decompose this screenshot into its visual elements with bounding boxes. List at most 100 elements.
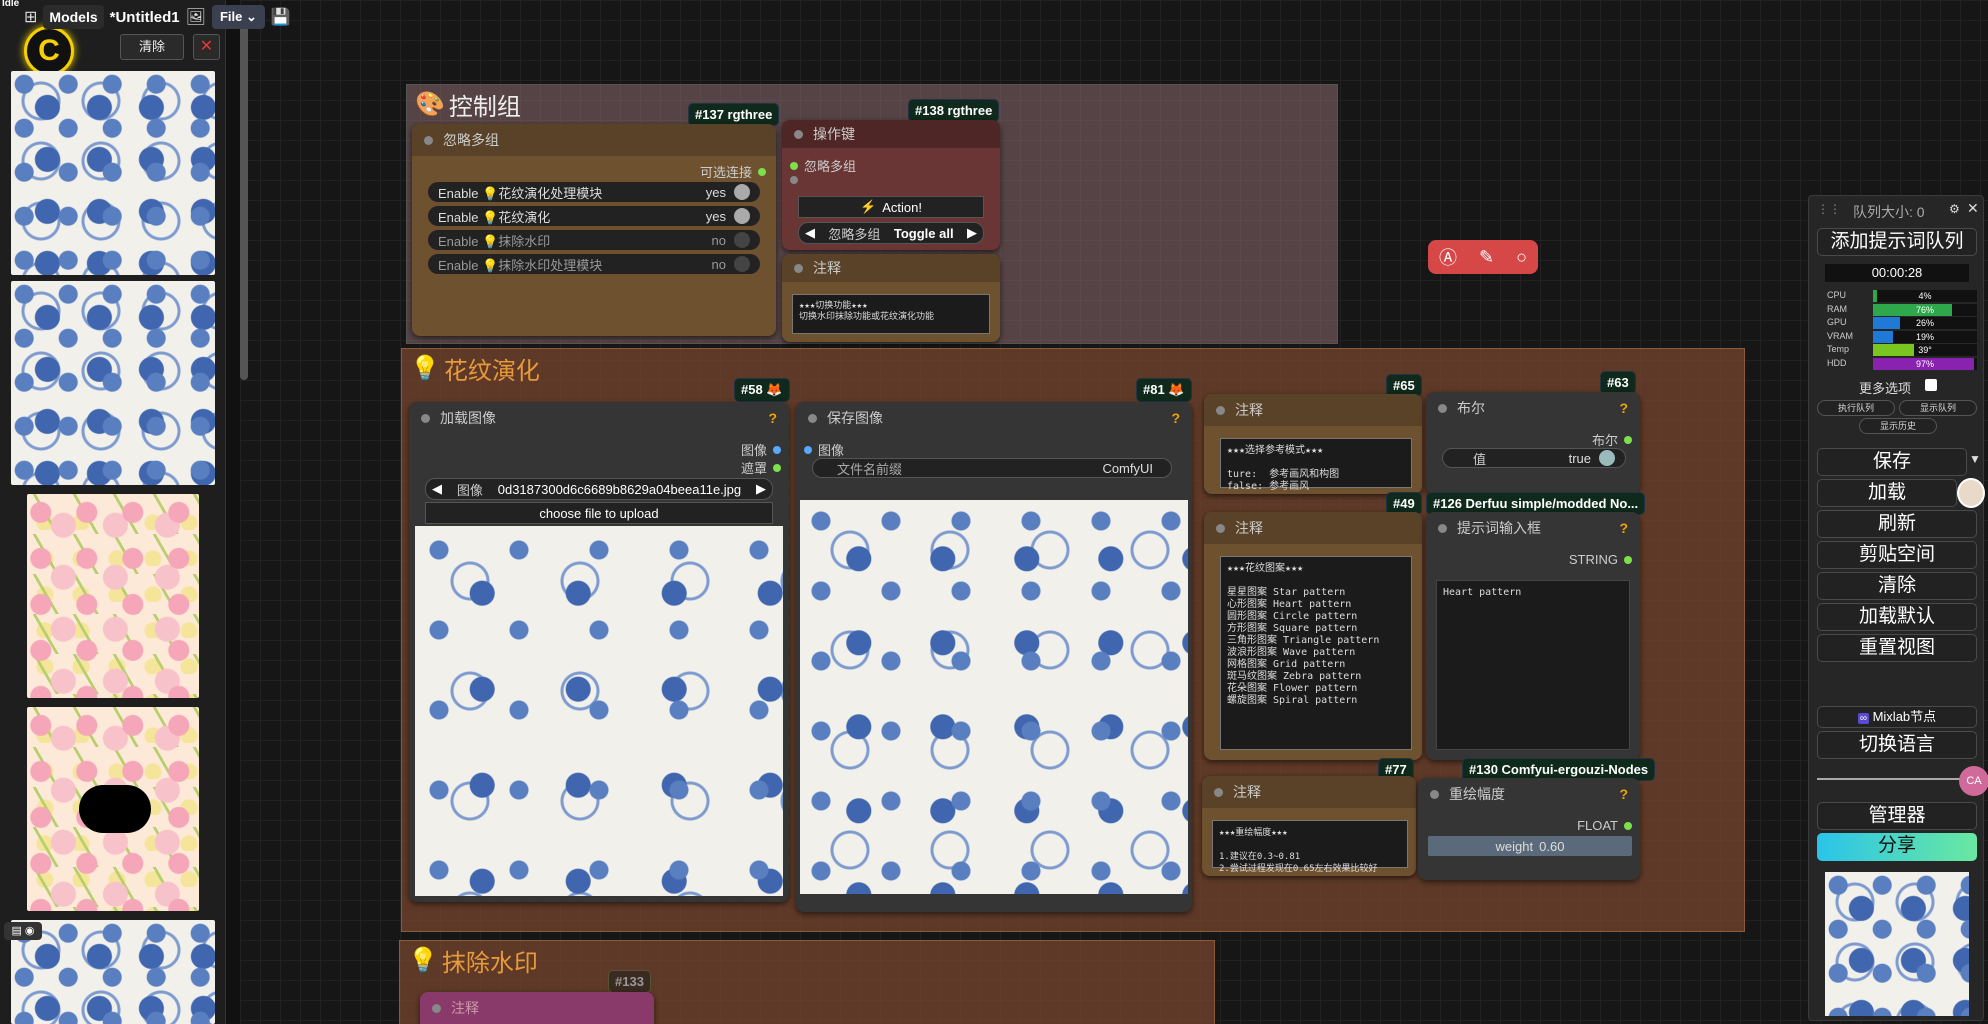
mask-output[interactable]: 遮罩 <box>741 458 781 477</box>
toggle-switch[interactable] <box>1599 450 1615 466</box>
collapse-dot[interactable] <box>1430 789 1439 799</box>
switch-language-button[interactable]: 切换语言 <box>1817 731 1977 759</box>
node-prompt-input[interactable]: 提示词输入框? STRING Heart pattern <box>1426 512 1640 760</box>
node-note-patterns[interactable]: 注释 ★★★花纹图案★★★ 星星图案 Star pattern 心形图案 Hea… <box>1204 512 1422 760</box>
node-ignore-multi-group[interactable]: 忽略多组 可选连接 Enable 💡花纹演化处理模块 yes Enable 💡花纹… <box>412 124 776 336</box>
collapse-dot[interactable] <box>794 263 803 273</box>
node-note-reference[interactable]: 注释 ★★★选择参考模式★★★ ture: 参考画风和构图 false: 参考画… <box>1204 394 1422 494</box>
collapse-dot[interactable] <box>424 135 433 145</box>
collapse-dot[interactable] <box>794 129 803 139</box>
chevron-down-icon[interactable]: ▼ <box>1969 452 1981 466</box>
group-title[interactable]: 💡 花纹演化 <box>410 351 540 386</box>
clipspace-button[interactable]: 剪贴空间 <box>1817 541 1977 569</box>
slot-dot[interactable] <box>790 176 798 184</box>
help-icon[interactable]: ? <box>768 410 777 426</box>
node-note-control[interactable]: 注释 ★★★切换功能★★★ 切换水印抹除功能或花纹演化功能 <box>782 254 1000 342</box>
group-title[interactable]: 💡 抹除水印 <box>408 943 538 978</box>
image-input[interactable]: 图像 <box>804 440 844 459</box>
image-file-combo[interactable]: ◀ 图像 0d3187300d6c6689b8629a04beea11e.jpg ▶ <box>425 478 773 500</box>
gear-icon[interactable]: ⚙ <box>1949 202 1960 216</box>
note-text[interactable]: ★★★重绘幅度★★★ 1.建议在0.3~0.81 2.尝试过程发现在0.65左右… <box>1212 820 1408 874</box>
slot-dot[interactable] <box>1624 821 1632 830</box>
gallery-thumbnail[interactable] <box>27 494 199 698</box>
collapse-dot[interactable] <box>1438 523 1447 533</box>
arrow-left-icon[interactable]: ◀ <box>432 481 442 497</box>
node-denoise-weight[interactable]: 重绘幅度? FLOAT weight 0.60 <box>1418 778 1640 880</box>
collapse-dot[interactable] <box>1216 523 1225 533</box>
gallery-clear-button[interactable]: 清除 <box>120 34 184 60</box>
note-text[interactable]: ★★★切换功能★★★ 切换水印抹除功能或花纹演化功能 <box>792 294 990 334</box>
show-queue-button[interactable]: 显示队列 <box>1899 400 1977 416</box>
more-options-checkbox[interactable] <box>1925 379 1937 391</box>
arrow-right-icon[interactable]: ▶ <box>756 481 766 497</box>
optional-connection-output[interactable]: 可选连接 <box>700 162 766 181</box>
ca-badge[interactable]: CA <box>1959 766 1988 796</box>
menu-icon[interactable]: ⊞ <box>24 7 37 27</box>
toggle-all-combo[interactable]: ◀ 忽略多组 Toggle all ▶ <box>798 222 984 244</box>
toggle-row[interactable]: Enable 💡花纹演化 yes <box>428 206 760 226</box>
collapse-dot[interactable] <box>1216 405 1225 415</box>
load-button[interactable]: 加载 <box>1817 479 1957 507</box>
collapse-dot[interactable] <box>1438 403 1447 413</box>
gallery-thumbnail[interactable] <box>27 707 199 911</box>
refresh-button[interactable]: 刷新 <box>1817 510 1977 538</box>
search-icon[interactable]: ○ <box>1516 247 1527 268</box>
image-icon[interactable]: 🖼 <box>186 7 206 27</box>
slot-dot[interactable] <box>790 161 798 170</box>
queue-prompt-button[interactable]: 添加提示词队列 <box>1817 228 1977 256</box>
gallery-mode-icons[interactable]: ▤ ◉ <box>4 922 42 940</box>
collapse-dot[interactable] <box>421 413 430 423</box>
save-icon[interactable]: 💾 <box>271 7 291 27</box>
reset-view-button[interactable]: 重置视图 <box>1817 634 1977 662</box>
toggle-row[interactable]: Enable 💡抹除水印处理模块 no <box>428 254 760 274</box>
note-text[interactable]: ★★★选择参考模式★★★ ture: 参考画风和构图 false: 参考画风 <box>1220 438 1412 492</box>
node-note-weight[interactable]: 注释 ★★★重绘幅度★★★ 1.建议在0.3~0.81 2.尝试过程发现在0.6… <box>1202 776 1416 876</box>
ignore-multi-input[interactable]: 忽略多组 <box>790 156 856 175</box>
node-note-watermark[interactable]: 注释 <box>420 992 654 1024</box>
queue-preview-image[interactable] <box>1825 872 1969 1016</box>
node-save-image[interactable]: 保存图像? 图像 文件名前缀 ComfyUI <box>796 402 1192 912</box>
help-icon[interactable]: ? <box>1619 520 1628 536</box>
collapse-dot[interactable] <box>808 413 817 423</box>
slot-dot[interactable] <box>1624 555 1632 564</box>
arrow-right-icon[interactable]: ▶ <box>967 225 977 241</box>
help-icon[interactable]: ? <box>1171 410 1180 426</box>
node-action-key[interactable]: 操作键 忽略多组 ⚡ Action! ◀ 忽略多组 Toggle all ▶ <box>782 120 1000 250</box>
toggle-switch[interactable] <box>734 256 750 272</box>
slot-dot[interactable] <box>773 463 781 472</box>
close-icon[interactable]: ✕ <box>193 34 220 60</box>
boolean-toggle[interactable]: 值 true <box>1442 448 1626 468</box>
slot-dot[interactable] <box>1624 435 1632 444</box>
mixlab-nodes-button[interactable]: ∞ Mixlab节点 <box>1817 706 1977 728</box>
close-panel-icon[interactable]: ✕ <box>1967 200 1979 217</box>
file-menu-button[interactable]: File ⌄ <box>211 5 265 29</box>
action-button[interactable]: ⚡ Action! <box>798 196 984 218</box>
avatar[interactable] <box>1957 478 1985 508</box>
magic-wand-icon[interactable]: ✎ <box>1479 247 1494 268</box>
save-button[interactable]: 保存 <box>1817 448 1967 476</box>
toggle-switch[interactable] <box>734 232 750 248</box>
note-text[interactable]: ★★★花纹图案★★★ 星星图案 Star pattern 心形图案 Heart … <box>1220 556 1412 750</box>
gallery-thumbnail[interactable] <box>11 71 215 275</box>
gallery-scrollbar[interactable] <box>240 20 248 380</box>
upload-button[interactable]: choose file to upload <box>425 502 773 524</box>
arrow-left-icon[interactable]: ◀ <box>805 225 815 241</box>
toggle-row[interactable]: Enable 💡花纹演化处理模块 yes <box>428 182 760 202</box>
toggle-switch[interactable] <box>734 184 750 200</box>
empty-input[interactable] <box>790 176 798 184</box>
string-output[interactable]: STRING <box>1569 552 1632 567</box>
slot-dot[interactable] <box>758 167 766 176</box>
prompt-textarea[interactable]: Heart pattern <box>1436 580 1630 750</box>
execute-queue-button[interactable]: 执行队列 <box>1817 400 1895 416</box>
show-history-button[interactable]: 显示历史 <box>1859 418 1937 434</box>
toggle-row[interactable]: Enable 💡抹除水印 no <box>428 230 760 250</box>
ai-icon[interactable]: Ⓐ <box>1439 244 1457 270</box>
node-boolean[interactable]: 布尔? 布尔 值 true <box>1426 392 1640 494</box>
share-button[interactable]: 分享 <box>1817 833 1977 861</box>
group-title[interactable]: 🎨 控制组 <box>415 87 521 122</box>
filename-prefix-field[interactable]: 文件名前缀 ComfyUI <box>812 458 1172 478</box>
slot-dot[interactable] <box>773 445 781 454</box>
clear-button[interactable]: 清除 <box>1817 572 1977 600</box>
drag-handle-icon[interactable]: ⋮⋮ <box>1817 202 1841 216</box>
float-output[interactable]: FLOAT <box>1577 818 1632 833</box>
